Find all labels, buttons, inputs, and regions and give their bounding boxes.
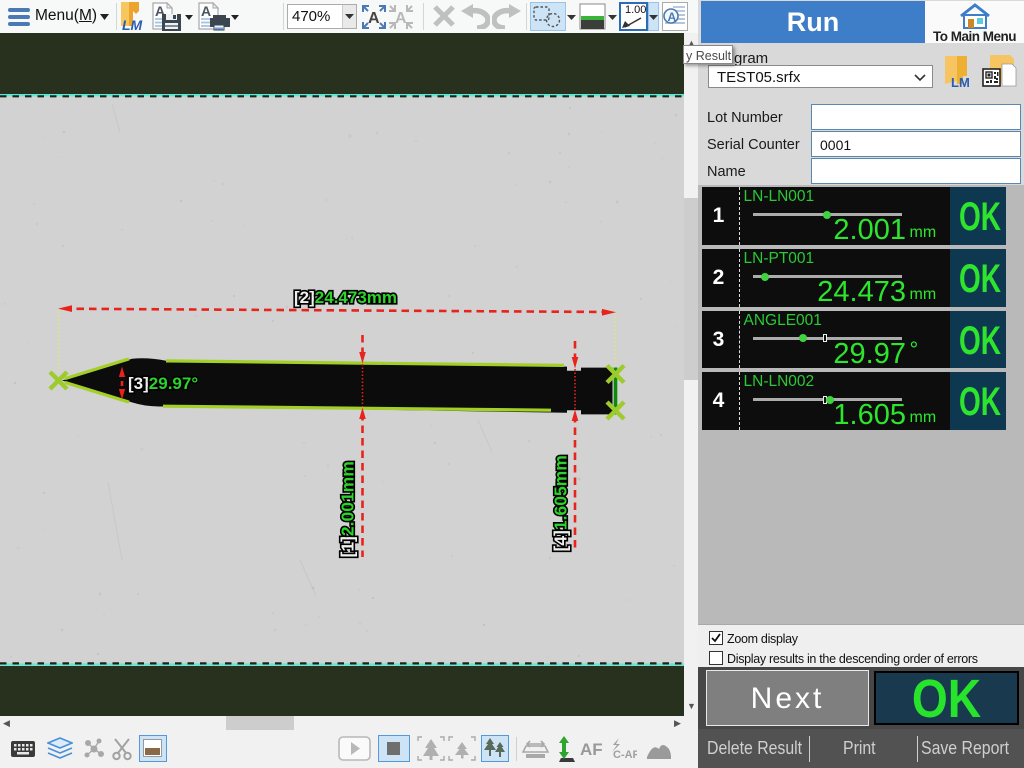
svg-text:A: A [668, 10, 677, 24]
svg-text:LM: LM [951, 75, 970, 88]
svg-text:A: A [201, 3, 211, 19]
svg-text:[4]1.605mm: [4]1.605mm [551, 455, 571, 551]
svg-text:[2]24.473mm: [2]24.473mm [294, 288, 397, 307]
svg-text:LM: LM [122, 17, 143, 31]
svg-text:A: A [395, 10, 407, 27]
svg-text:[1]2.001mm: [1]2.001mm [338, 461, 358, 557]
svg-text:A: A [368, 10, 380, 27]
svg-text:[3]29.97°: [3]29.97° [128, 374, 198, 393]
svg-text:C-AF: C-AF [613, 749, 637, 761]
